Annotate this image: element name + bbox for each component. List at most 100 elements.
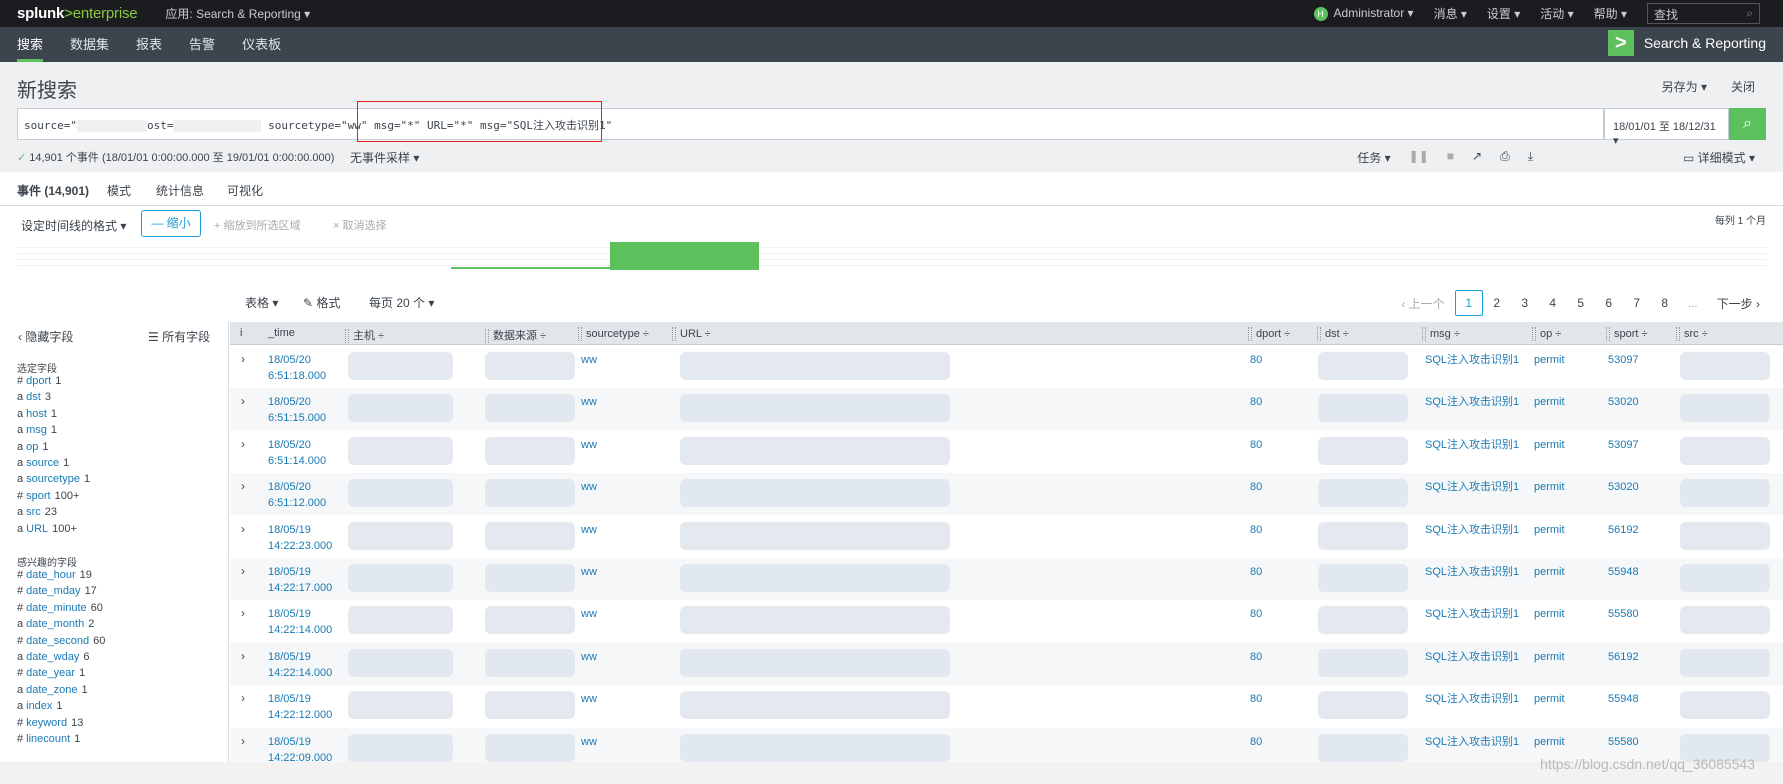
table-row[interactable]: › 18/05/19 14:22:14.000 ww 80 SQL注入攻击识别1 permi… xyxy=(230,642,1783,685)
format-button[interactable]: ✎ 格式 xyxy=(303,294,340,311)
field-item-sourcetype[interactable]: a sourcetype 1 xyxy=(17,473,90,485)
cell-time[interactable]: 18/05/20 6:51:18.000 xyxy=(268,352,326,384)
table-row[interactable]: › 18/05/19 14:22:12.000 ww 80 SQL注入攻击识别1 permi… xyxy=(230,685,1783,727)
tab-statistics[interactable]: 统计信息 xyxy=(156,182,204,199)
field-item-dst[interactable]: a dst 3 xyxy=(17,391,51,403)
cell-time[interactable]: 18/05/19 14:22:14.000 xyxy=(268,606,332,638)
page-5[interactable]: 5 xyxy=(1567,296,1595,310)
app-brand[interactable]: > Search & Reporting xyxy=(1607,30,1766,56)
timeline-chart[interactable] xyxy=(17,242,1766,270)
field-item-date_year[interactable]: # date_year 1 xyxy=(17,667,85,679)
tab-dashboards[interactable]: 仪表板 xyxy=(242,27,281,62)
cell-dport[interactable]: 80 xyxy=(1250,649,1262,665)
cell-op[interactable]: permit xyxy=(1534,479,1565,495)
column-resize-handle[interactable] xyxy=(345,329,349,344)
column-header-time[interactable]: _time xyxy=(268,327,295,339)
zoom-out-button[interactable]: — 缩小 xyxy=(141,210,201,237)
cell-op[interactable]: permit xyxy=(1534,691,1565,707)
cell-time[interactable]: 18/05/19 14:22:23.000 xyxy=(268,522,332,554)
column-resize-handle[interactable] xyxy=(672,327,676,341)
messages-menu[interactable]: 消息 ▾ xyxy=(1434,5,1467,22)
column-header-source[interactable]: 数据来源 ÷ xyxy=(485,327,546,344)
search-submit-button[interactable]: ⌕ xyxy=(1729,108,1766,140)
pause-icon[interactable]: ❚❚ xyxy=(1409,149,1429,166)
page-1[interactable]: 1 xyxy=(1454,290,1483,316)
export-icon[interactable]: ⤓ xyxy=(1528,149,1533,166)
expand-row-icon[interactable]: › xyxy=(241,437,245,451)
table-row[interactable]: › 18/05/19 14:22:14.000 ww 80 SQL注入攻击识别1 permi… xyxy=(230,600,1783,642)
expand-row-icon[interactable]: › xyxy=(241,734,245,748)
cell-dport[interactable]: 80 xyxy=(1250,437,1262,453)
table-row[interactable]: › 18/05/20 6:51:15.000 ww 80 SQL注入攻击识别1 permit… xyxy=(230,388,1783,431)
field-item-date_hour[interactable]: # date_hour 19 xyxy=(17,569,92,581)
cell-sport[interactable]: 56192 xyxy=(1608,649,1639,665)
sampling-dropdown[interactable]: 无事件采样 ▾ xyxy=(350,149,419,166)
column-resize-handle[interactable] xyxy=(1248,327,1252,341)
field-item-op[interactable]: a op 1 xyxy=(17,441,49,453)
field-item-source[interactable]: a source 1 xyxy=(17,457,69,469)
cell-time[interactable]: 18/05/20 6:51:15.000 xyxy=(268,394,326,426)
search-input[interactable]: source=" ost= sourcetype="ww" msg="*" URL… xyxy=(17,108,1604,140)
cell-msg[interactable]: SQL注入攻击识别1 xyxy=(1425,734,1519,750)
cell-sport[interactable]: 53020 xyxy=(1608,479,1639,495)
field-item-date_minute[interactable]: # date_minute 60 xyxy=(17,602,103,614)
field-item-linecount[interactable]: # linecount 1 xyxy=(17,733,80,745)
zoom-to-selection-button[interactable]: + 缩放到所选区域 xyxy=(214,217,300,233)
field-item-date_wday[interactable]: a date_wday 6 xyxy=(17,651,89,663)
cell-op[interactable]: permit xyxy=(1534,352,1565,368)
field-item-dport[interactable]: # dport 1 xyxy=(17,375,61,387)
tab-visualization[interactable]: 可视化 xyxy=(227,182,263,199)
share-icon[interactable]: ↗ xyxy=(1472,149,1482,166)
column-header-src[interactable]: src ÷ xyxy=(1676,327,1708,341)
cell-op[interactable]: permit xyxy=(1534,394,1565,410)
field-item-date_zone[interactable]: a date_zone 1 xyxy=(17,684,88,696)
field-item-url[interactable]: a URL 100+ xyxy=(17,523,77,535)
table-row[interactable]: › 18/05/20 6:51:12.000 ww 80 SQL注入攻击识别1 permit… xyxy=(230,473,1783,516)
expand-row-icon[interactable]: › xyxy=(241,352,245,366)
hide-fields-button[interactable]: ‹ 隐藏字段 xyxy=(18,330,73,344)
tab-events[interactable]: 事件 (14,901) xyxy=(17,182,90,210)
column-resize-handle[interactable] xyxy=(578,327,582,341)
column-header-op[interactable]: op ÷ xyxy=(1532,327,1561,341)
save-as-button[interactable]: 另存为 ▾ xyxy=(1662,78,1707,95)
cell-dport[interactable]: 80 xyxy=(1250,606,1262,622)
cell-msg[interactable]: SQL注入攻击识别1 xyxy=(1425,522,1519,538)
deselect-button[interactable]: × 取消选择 xyxy=(333,217,386,233)
tab-reports[interactable]: 报表 xyxy=(136,27,162,62)
page-4[interactable]: 4 xyxy=(1539,296,1567,310)
cell-msg[interactable]: SQL注入攻击识别1 xyxy=(1425,649,1519,665)
settings-menu[interactable]: 设置 ▾ xyxy=(1487,5,1520,22)
cell-sourcetype[interactable]: ww xyxy=(581,522,597,538)
column-header-sport[interactable]: sport ÷ xyxy=(1606,327,1648,341)
cell-sport[interactable]: 53097 xyxy=(1608,437,1639,453)
expand-row-icon[interactable]: › xyxy=(241,564,245,578)
page-6[interactable]: 6 xyxy=(1595,296,1623,310)
prev-page-button[interactable]: ‹ 上一个 xyxy=(1401,295,1444,312)
mode-dropdown[interactable]: ▭ 详细模式 ▾ xyxy=(1683,149,1755,166)
per-page-dropdown[interactable]: 每页 20 个 ▾ xyxy=(369,294,434,311)
field-item-sport[interactable]: # sport 100+ xyxy=(17,490,79,502)
cell-msg[interactable]: SQL注入攻击识别1 xyxy=(1425,691,1519,707)
cell-op[interactable]: permit xyxy=(1534,649,1565,665)
cell-msg[interactable]: SQL注入攻击识别1 xyxy=(1425,479,1519,495)
column-resize-handle[interactable] xyxy=(1422,327,1426,341)
cell-sourcetype[interactable]: ww xyxy=(581,606,597,622)
cell-sourcetype[interactable]: ww xyxy=(581,734,597,750)
cell-dport[interactable]: 80 xyxy=(1250,564,1262,580)
stop-icon[interactable]: ■ xyxy=(1447,149,1454,166)
job-menu[interactable]: 任务 ▾ xyxy=(1357,149,1390,166)
field-item-keyword[interactable]: # keyword 13 xyxy=(17,717,83,729)
cell-sourcetype[interactable]: ww xyxy=(581,649,597,665)
cell-op[interactable]: permit xyxy=(1534,437,1565,453)
cell-op[interactable]: permit xyxy=(1534,734,1565,750)
cell-dport[interactable]: 80 xyxy=(1250,394,1262,410)
expand-row-icon[interactable]: › xyxy=(241,691,245,705)
cell-sport[interactable]: 53097 xyxy=(1608,352,1639,368)
cell-dport[interactable]: 80 xyxy=(1250,522,1262,538)
tab-search[interactable]: 搜索 xyxy=(17,27,44,62)
cell-op[interactable]: permit xyxy=(1534,606,1565,622)
cell-dport[interactable]: 80 xyxy=(1250,691,1262,707)
cell-sourcetype[interactable]: ww xyxy=(581,691,597,707)
timeline-format-dropdown[interactable]: 设定时间线的格式 ▾ xyxy=(21,217,126,234)
field-item-msg[interactable]: a msg 1 xyxy=(17,424,57,436)
